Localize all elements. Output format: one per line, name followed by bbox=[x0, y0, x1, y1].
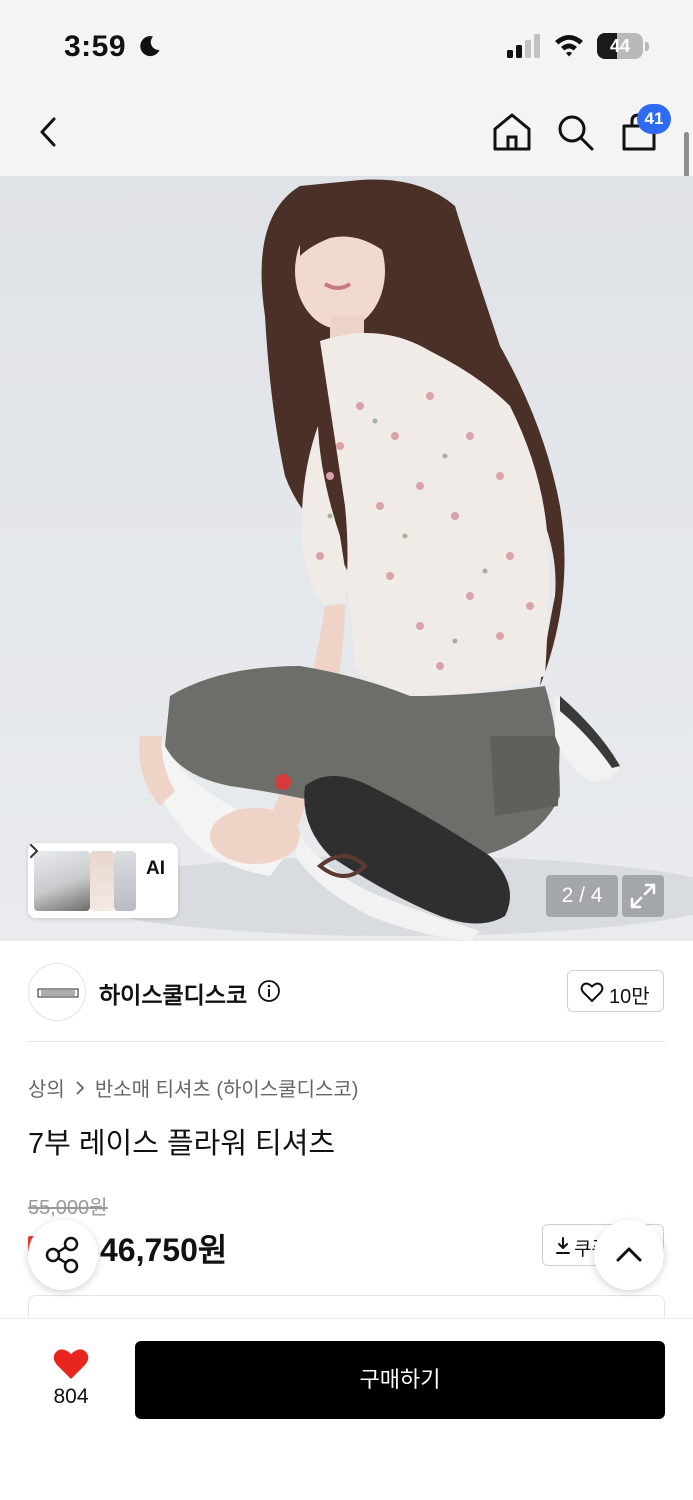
signal-icon bbox=[507, 34, 540, 58]
battery-icon: 44 bbox=[597, 33, 649, 59]
wishlist-button[interactable]: 804 bbox=[36, 1345, 106, 1415]
product-image-gallery[interactable]: AI 2 / 4 bbox=[0, 176, 693, 941]
chevron-up-icon bbox=[616, 1247, 642, 1262]
breadcrumb: 상의 반소매 티셔츠 (하이스쿨디스코) bbox=[28, 1073, 358, 1102]
product-photo bbox=[70, 179, 693, 941]
product-title: 7부 레이스 플라워 티셔츠 bbox=[28, 1128, 336, 1160]
original-price: 55,000원 bbox=[28, 1197, 108, 1219]
expand-image-button[interactable] bbox=[622, 875, 664, 917]
chevron-right-icon bbox=[76, 1080, 85, 1095]
breadcrumb-subcategory[interactable]: 반소매 티셔츠 (하이스쿨디스코) bbox=[95, 1073, 359, 1102]
top-nav-bar bbox=[0, 88, 693, 176]
ai-recommendation-card[interactable]: AI bbox=[28, 843, 178, 918]
buy-button[interactable]: 구매하기 bbox=[135, 1341, 665, 1419]
brand-name[interactable]: 하이스쿨디스코 bbox=[99, 976, 247, 1010]
brand-like-count: 10만 bbox=[609, 986, 650, 1008]
share-icon bbox=[45, 1236, 79, 1274]
status-bar: 3:59 44 bbox=[0, 0, 693, 88]
breadcrumb-category[interactable]: 상의 bbox=[28, 1073, 65, 1102]
scroll-to-top-button[interactable] bbox=[594, 1220, 664, 1290]
back-icon[interactable] bbox=[28, 110, 72, 154]
ai-thumb-2 bbox=[90, 851, 114, 911]
heart-filled-icon bbox=[53, 1349, 89, 1379]
bottom-action-bar: 804 구매하기 bbox=[0, 1318, 693, 1500]
cart-count-badge: 41 bbox=[637, 104, 671, 134]
expand-icon bbox=[630, 883, 656, 909]
status-time: 3:59 bbox=[64, 30, 127, 63]
info-icon[interactable] bbox=[257, 979, 281, 1003]
ai-thumb-1 bbox=[34, 851, 90, 911]
chevron-right-icon bbox=[30, 844, 39, 858]
wifi-icon bbox=[555, 35, 583, 57]
brand-logo-mark bbox=[37, 988, 79, 998]
ai-label: AI bbox=[146, 858, 165, 879]
image-page-counter: 2 / 4 bbox=[546, 875, 618, 917]
ai-thumb-3 bbox=[114, 851, 136, 911]
share-button[interactable] bbox=[28, 1220, 98, 1290]
moon-icon bbox=[140, 36, 160, 57]
brand-logo[interactable] bbox=[28, 963, 86, 1021]
brand-like-button[interactable]: 10만 bbox=[567, 970, 664, 1012]
heart-outline-icon bbox=[580, 982, 604, 1002]
search-icon[interactable] bbox=[553, 110, 597, 154]
divider bbox=[28, 1041, 665, 1042]
sale-price: 46,750원 bbox=[100, 1232, 228, 1268]
download-icon bbox=[556, 1237, 570, 1254]
battery-level: 44 bbox=[609, 36, 631, 56]
wishlist-count: 804 bbox=[53, 1385, 89, 1408]
home-icon[interactable] bbox=[490, 110, 534, 154]
